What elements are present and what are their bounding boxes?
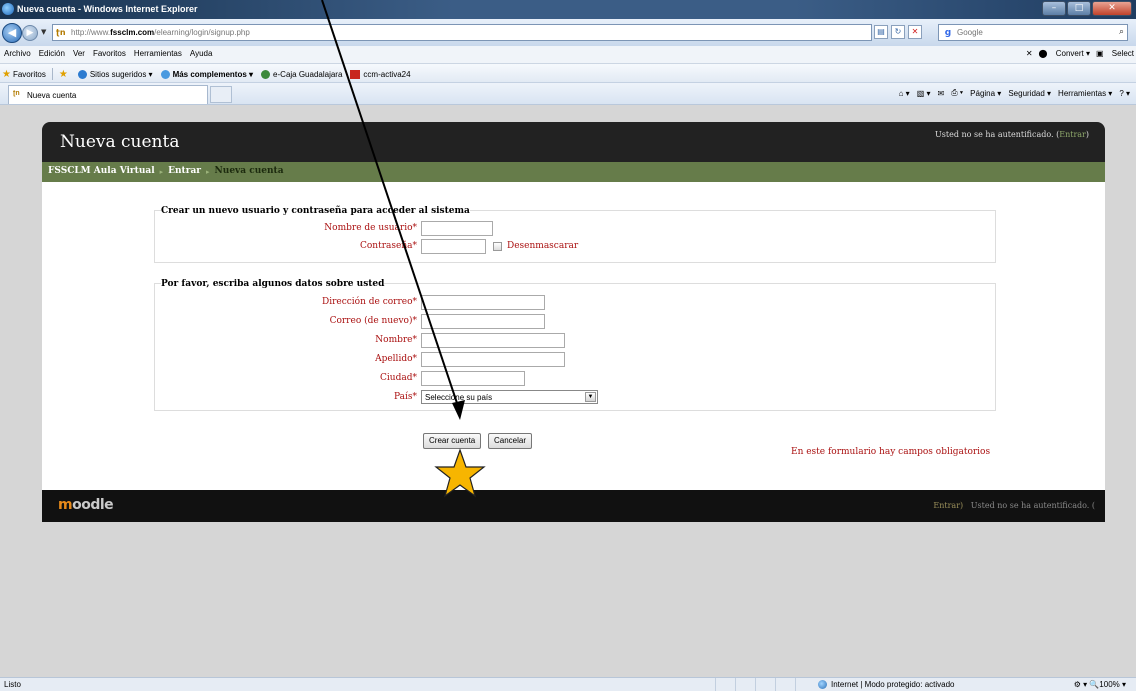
favorites-button[interactable]: Favoritos xyxy=(13,70,46,79)
status-bar: Listo Internet | Modo protegido: activad… xyxy=(0,677,1136,691)
menu-ver[interactable]: Ver xyxy=(73,49,85,58)
favorites-bar: ★ Favoritos ★ Sitios sugeridos ▾ Más com… xyxy=(0,64,1136,83)
close-button[interactable]: ✕ xyxy=(1092,1,1132,16)
menu-bar: Archivo Edición Ver Favoritos Herramient… xyxy=(0,46,1136,64)
email-input[interactable] xyxy=(421,295,545,310)
password-input[interactable] xyxy=(421,239,486,254)
details-fieldset: Por favor, escriba algunos datos sobre u… xyxy=(154,279,996,411)
favorite-e-caja[interactable]: e-Caja Guadalajara xyxy=(261,69,342,79)
email-label: Dirección de correo* xyxy=(321,297,417,307)
page-title: Nueva cuenta xyxy=(60,132,180,152)
status-text: Listo xyxy=(4,680,21,689)
menu-herramientas[interactable]: Herramientas xyxy=(134,49,182,58)
close-toolbar-icon[interactable]: ✕ xyxy=(1026,49,1033,58)
maximize-button[interactable]: □ xyxy=(1067,1,1091,16)
chevron-down-icon[interactable]: ▼ xyxy=(585,392,596,402)
breadcrumb-entrar[interactable]: Entrar xyxy=(168,166,201,176)
url-text[interactable]: http://www.fssclm.com/elearning/login/si… xyxy=(71,28,250,37)
stop-icon[interactable]: ✕ xyxy=(908,25,922,39)
address-toolbar: ◀ ▶ ▼ ʈn http://www.fssclm.com/elearning… xyxy=(0,19,1136,46)
tab-bar: ʈn Nueva cuenta ⌂ ▾ ▧ ▾ ✉ ⎙ ▾ Página ▾ S… xyxy=(0,83,1136,105)
breadcrumb-current: Nueva cuenta xyxy=(214,166,284,176)
unmask-checkbox[interactable] xyxy=(493,242,502,251)
favorite-sitios-sugeridos[interactable]: Sitios sugeridos ▾ xyxy=(77,69,153,79)
page-footer: moodle Entrar) Usted no se ha autentific… xyxy=(42,490,1105,522)
country-select[interactable]: Seleccione su país ▼ xyxy=(421,390,598,404)
required-fields-note: En este formulario hay campos obligatori… xyxy=(791,447,991,457)
google-icon: g xyxy=(944,28,952,38)
print-icon[interactable]: ⎙ ▾ xyxy=(951,88,963,98)
herramientas-menu[interactable]: Herramientas ▾ xyxy=(1058,89,1112,98)
feeds-icon[interactable]: ▧ ▾ xyxy=(917,89,931,98)
moodle-logo[interactable]: moodle xyxy=(58,497,114,513)
search-box[interactable]: g ⌕ xyxy=(938,24,1128,41)
login-info: Usted no se ha autentificado. (Entrar) xyxy=(935,130,1089,139)
email2-input[interactable] xyxy=(421,314,545,329)
menu-edicion[interactable]: Edición xyxy=(39,49,65,58)
page-viewport: Nueva cuenta Usted no se ha autentificad… xyxy=(0,105,1136,677)
seguridad-menu[interactable]: Seguridad ▾ xyxy=(1008,89,1051,98)
favorite-ccm-activa24[interactable]: ccm-activa24 xyxy=(350,69,411,79)
pagina-menu[interactable]: Página ▾ xyxy=(970,89,1001,98)
site-favicon-icon: ʈn xyxy=(56,28,66,37)
unmask-label: Desenmascarar xyxy=(507,241,579,251)
home-icon[interactable]: ⌂ ▾ xyxy=(899,89,910,98)
create-account-button[interactable]: Crear cuenta xyxy=(423,433,482,449)
zoom-control[interactable]: ⚙ ▾ 🔍100% ▾ xyxy=(1074,680,1126,689)
refresh-icon[interactable]: ↻ xyxy=(891,25,905,39)
select-button[interactable]: ▣ Select xyxy=(1096,49,1134,58)
lastname-label: Apellido* xyxy=(375,354,417,364)
page-header: Nueva cuenta Usted no se ha autentificad… xyxy=(42,122,1105,162)
username-input[interactable] xyxy=(421,221,493,236)
city-input[interactable] xyxy=(421,371,525,386)
new-tab-button[interactable] xyxy=(210,86,232,103)
tab-favicon-icon: ʈn xyxy=(13,90,20,97)
menu-archivo[interactable]: Archivo xyxy=(4,49,31,58)
back-button[interactable]: ◀ xyxy=(2,23,22,43)
lastname-input[interactable] xyxy=(421,352,565,367)
tab-nueva-cuenta[interactable]: ʈn Nueva cuenta xyxy=(8,85,208,104)
ie-icon xyxy=(2,3,14,15)
firstname-label: Nombre* xyxy=(375,335,417,345)
account-legend: Crear un nuevo usuario y contraseña para… xyxy=(161,206,470,216)
compatibility-view-icon[interactable]: ▤ xyxy=(874,25,888,39)
help-icon[interactable]: ? ▾ xyxy=(1119,89,1130,98)
login-link[interactable]: Entrar xyxy=(1059,130,1086,139)
password-label: Contraseña* xyxy=(360,241,417,251)
search-input[interactable] xyxy=(957,26,1107,39)
history-dropdown-icon[interactable]: ▼ xyxy=(41,28,46,36)
cancel-button[interactable]: Cancelar xyxy=(488,433,533,449)
menu-ayuda[interactable]: Ayuda xyxy=(190,49,213,58)
email2-label: Correo (de nuevo)* xyxy=(329,316,417,326)
footer-login-info: Entrar) Usted no se ha autentificado. ( xyxy=(933,501,1095,510)
add-favorite-icon[interactable]: ★ xyxy=(59,69,70,80)
firstname-input[interactable] xyxy=(421,333,565,348)
address-bar[interactable]: ʈn http://www.fssclm.com/elearning/login… xyxy=(52,24,872,41)
window-titlebar: Nueva cuenta - Windows Internet Explorer… xyxy=(0,0,1136,19)
mail-icon[interactable]: ✉ xyxy=(937,89,944,98)
breadcrumb-home[interactable]: FSSCLM Aula Virtual xyxy=(48,166,155,176)
security-zone[interactable]: Internet | Modo protegido: activado xyxy=(818,680,955,689)
menu-favoritos[interactable]: Favoritos xyxy=(93,49,126,58)
city-label: Ciudad* xyxy=(380,373,417,383)
minimize-button[interactable]: – xyxy=(1042,1,1066,16)
globe-icon xyxy=(818,680,827,689)
convert-button[interactable]: ⬤ Convert ▾ xyxy=(1039,49,1090,58)
account-fieldset: Crear un nuevo usuario y contraseña para… xyxy=(154,206,996,263)
favorite-mas-complementos[interactable]: Más complementos ▾ xyxy=(160,69,253,79)
favorites-star-icon: ★ xyxy=(2,68,11,80)
window-title: Nueva cuenta - Windows Internet Explorer xyxy=(17,4,198,14)
forward-button[interactable]: ▶ xyxy=(22,25,38,41)
details-legend: Por favor, escriba algunos datos sobre u… xyxy=(161,279,385,289)
username-label: Nombre de usuario* xyxy=(324,223,417,233)
footer-login-link[interactable]: Entrar) xyxy=(933,501,963,510)
country-label: País* xyxy=(393,392,417,402)
breadcrumb: FSSCLM Aula Virtual ▸ Entrar ▸ Nueva cue… xyxy=(42,162,1105,182)
search-icon[interactable]: ⌕ xyxy=(1119,27,1124,37)
signup-form: Crear un nuevo usuario y contraseña para… xyxy=(42,182,1105,490)
